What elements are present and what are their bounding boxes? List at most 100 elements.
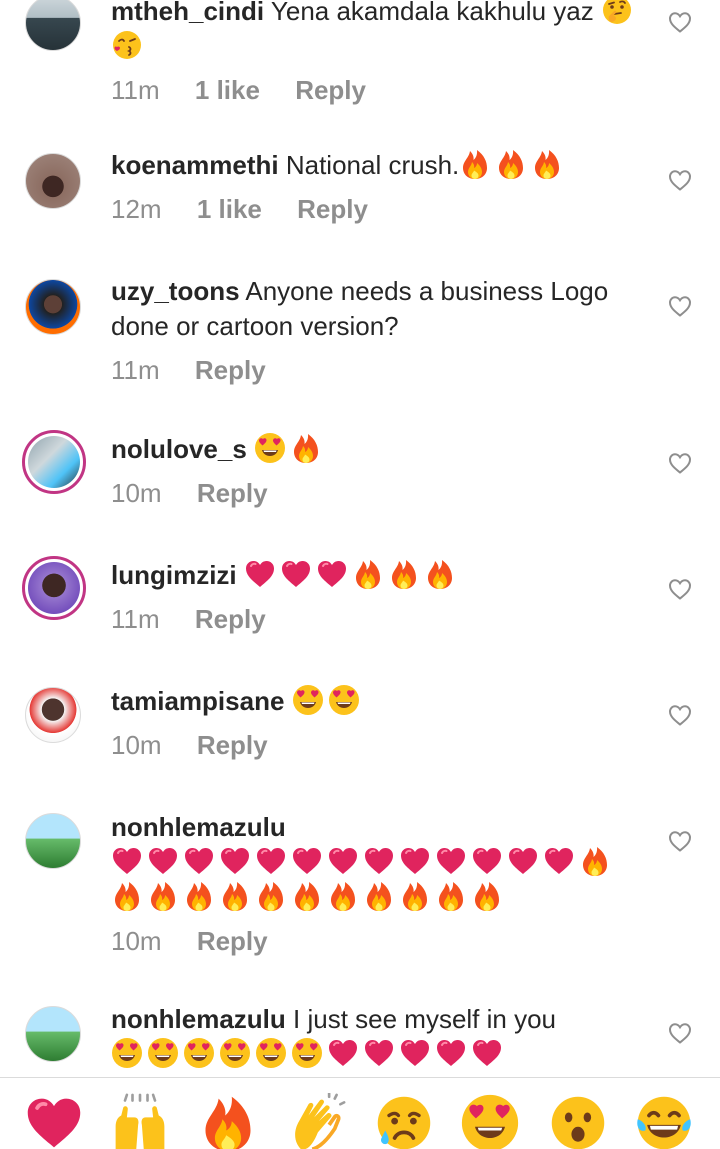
comment-username[interactable]: nonhlemazulu xyxy=(111,812,286,842)
heart-eyes-icon xyxy=(111,1037,143,1069)
comment-list[interactable]: mtheh_cindi Yena akamdala kakhulu yaz 11… xyxy=(0,0,720,1077)
fire-icon xyxy=(147,880,179,912)
comment-text: Yena akamdala kakhulu yaz xyxy=(270,0,594,26)
comment-username[interactable]: lungimzizi xyxy=(111,560,237,590)
comment-time: 11m xyxy=(111,75,160,105)
avatar-story-ring[interactable] xyxy=(22,556,86,620)
red-heart-icon xyxy=(183,845,215,877)
heart-outline-icon[interactable] xyxy=(668,295,692,317)
comment-meta: 11m Reply xyxy=(111,603,651,635)
fire-icon xyxy=(459,148,491,180)
red-heart-icon xyxy=(435,845,467,877)
heart-outline-icon[interactable] xyxy=(668,830,692,852)
tears-of-joy-icon[interactable] xyxy=(634,1093,694,1149)
fire-icon xyxy=(579,845,611,877)
comment-username[interactable]: nonhlemazulu xyxy=(111,1004,286,1034)
heart-outline-icon[interactable] xyxy=(668,452,692,474)
fire-icon xyxy=(471,880,503,912)
comment-likes[interactable]: 1 like xyxy=(195,75,260,105)
reply-button[interactable]: Reply xyxy=(297,194,368,224)
thinking-face-icon xyxy=(601,0,633,26)
comment-username[interactable]: koenammethi xyxy=(111,150,279,180)
fire-icon[interactable] xyxy=(198,1093,258,1149)
fire-icon xyxy=(531,148,563,180)
red-heart-icon xyxy=(543,845,575,877)
heart-outline-icon[interactable] xyxy=(668,704,692,726)
red-heart-icon xyxy=(399,845,431,877)
avatar[interactable] xyxy=(25,1006,81,1062)
heart-outline-icon[interactable] xyxy=(668,169,692,191)
avatar[interactable] xyxy=(25,813,81,869)
heart-eyes-icon xyxy=(292,684,324,716)
clapping-hands-icon[interactable] xyxy=(286,1093,346,1149)
reply-button[interactable]: Reply xyxy=(195,355,266,385)
fire-icon xyxy=(435,880,467,912)
fire-icon xyxy=(291,880,323,912)
fire-icon xyxy=(363,880,395,912)
comment-username[interactable]: mtheh_cindi xyxy=(111,0,264,26)
red-heart-icon xyxy=(280,558,312,590)
reply-button[interactable]: Reply xyxy=(195,604,266,634)
comment-time: 10m xyxy=(111,730,162,760)
heart-outline-icon[interactable] xyxy=(668,578,692,600)
comments-screen: mtheh_cindi Yena akamdala kakhulu yaz 11… xyxy=(0,0,720,1149)
red-heart-icon xyxy=(399,1037,431,1069)
avatar-story-ring[interactable] xyxy=(22,430,86,494)
comment-username[interactable]: tamiampisane xyxy=(111,686,284,716)
reply-button[interactable]: Reply xyxy=(295,75,366,105)
comment-meta: 10m Reply xyxy=(111,477,651,509)
avatar[interactable] xyxy=(25,153,81,209)
fire-icon xyxy=(290,432,322,464)
avatar[interactable] xyxy=(25,687,81,743)
red-heart-icon xyxy=(316,558,348,590)
comment-text: National crush. xyxy=(285,150,460,180)
fire-icon xyxy=(424,558,456,590)
kissing-face-icon xyxy=(111,29,143,61)
comment-time: 11m xyxy=(111,355,160,385)
comment-emoji-line xyxy=(111,845,651,880)
reply-button[interactable]: Reply xyxy=(197,478,268,508)
red-heart-icon xyxy=(471,1037,503,1069)
red-heart-icon xyxy=(111,845,143,877)
heart-eyes-icon xyxy=(291,1037,323,1069)
heart-eyes-icon xyxy=(147,1037,179,1069)
red-heart-icon xyxy=(507,845,539,877)
red-heart-icon[interactable] xyxy=(24,1093,84,1149)
comment-meta: 11m Reply xyxy=(111,354,651,386)
fire-icon xyxy=(388,558,420,590)
fire-icon xyxy=(495,148,527,180)
comment-likes[interactable]: 1 like xyxy=(197,194,262,224)
fire-icon xyxy=(399,880,431,912)
heart-outline-icon[interactable] xyxy=(668,11,692,33)
comment-time: 12m xyxy=(111,194,162,224)
avatar[interactable] xyxy=(25,0,81,51)
heart-outline-icon[interactable] xyxy=(668,1022,692,1044)
comment-meta: 12m 1 like Reply xyxy=(111,193,651,225)
red-heart-icon xyxy=(363,1037,395,1069)
comment-emoji-line xyxy=(111,880,651,915)
comment-username[interactable]: uzy_toons xyxy=(111,276,240,306)
comment-meta: 11m 1 like Reply xyxy=(111,74,651,106)
heart-eyes-icon[interactable] xyxy=(460,1093,520,1149)
surprised-face-icon[interactable] xyxy=(548,1093,608,1149)
red-heart-icon xyxy=(219,845,251,877)
red-heart-icon xyxy=(435,1037,467,1069)
red-heart-icon xyxy=(147,845,179,877)
reply-button[interactable]: Reply xyxy=(197,730,268,760)
avatar[interactable] xyxy=(25,279,81,335)
red-heart-icon xyxy=(291,845,323,877)
red-heart-icon xyxy=(244,558,276,590)
comment-time: 10m xyxy=(111,926,162,956)
red-heart-icon xyxy=(327,845,359,877)
comment-username[interactable]: nolulove_s xyxy=(111,434,247,464)
reply-button[interactable]: Reply xyxy=(197,926,268,956)
comment-meta: 10m Reply xyxy=(111,925,651,957)
fire-icon xyxy=(219,880,251,912)
red-heart-icon xyxy=(471,845,503,877)
red-heart-icon xyxy=(327,1037,359,1069)
crying-face-icon[interactable] xyxy=(374,1093,434,1149)
raising-hands-icon[interactable] xyxy=(110,1093,170,1149)
comment-text: I just see myself in you xyxy=(293,1004,557,1034)
fire-icon xyxy=(111,880,143,912)
heart-eyes-icon xyxy=(183,1037,215,1069)
